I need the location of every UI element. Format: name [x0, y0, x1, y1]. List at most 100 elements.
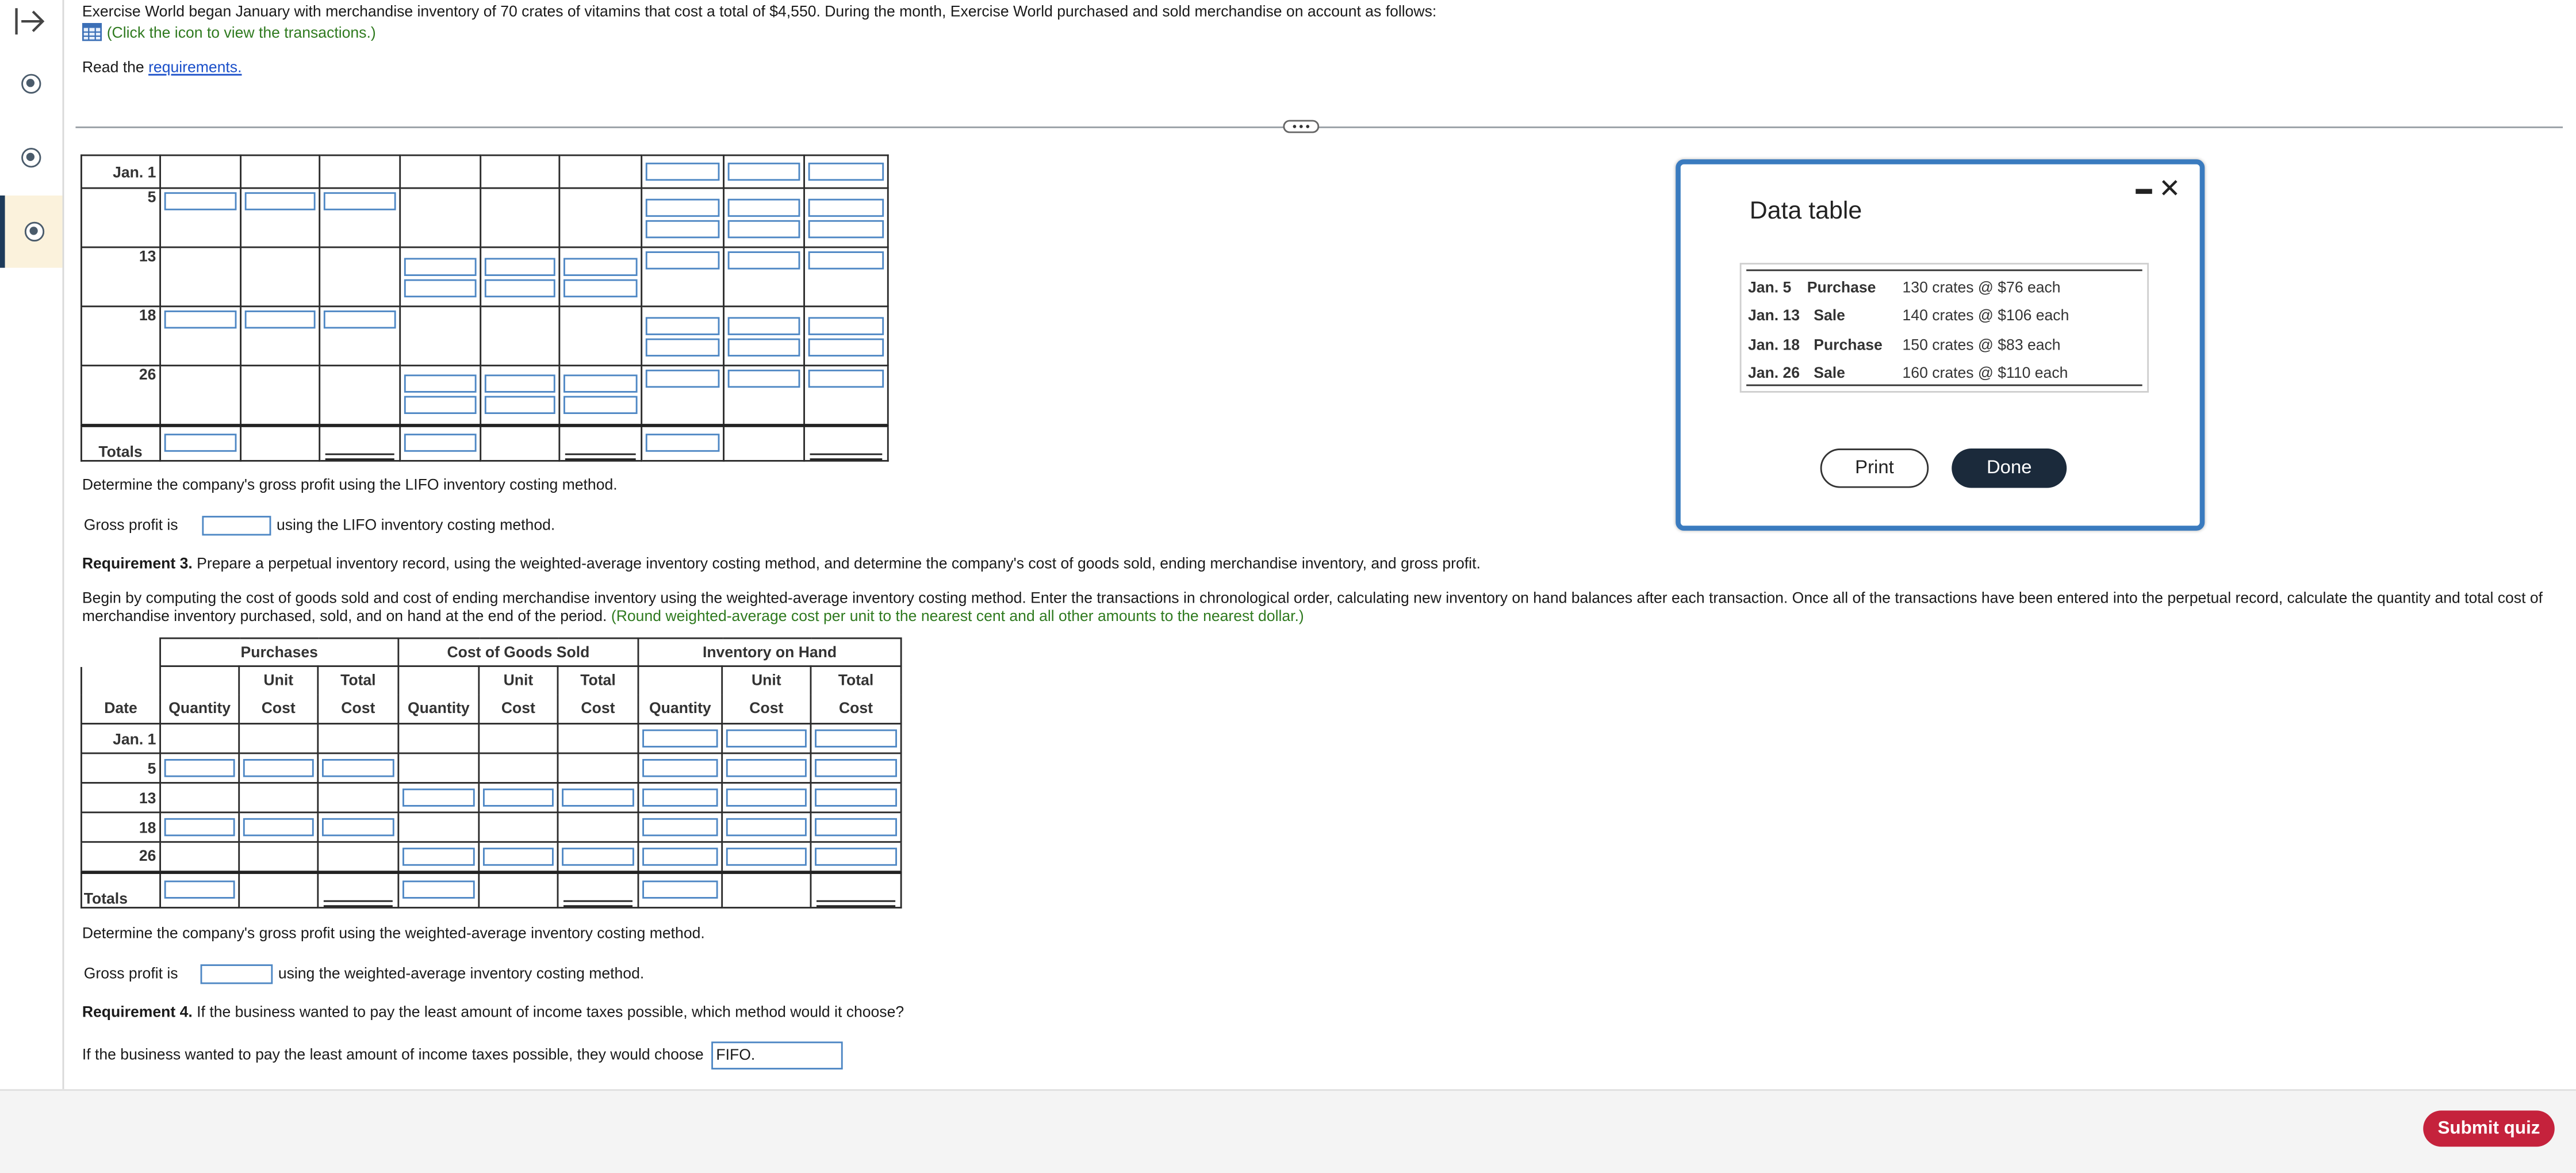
- purchase-qty-input[interactable]: [164, 192, 237, 210]
- cogs-total-cost-input[interactable]: [562, 788, 634, 807]
- transaction-date: Jan. 5: [1747, 279, 1792, 296]
- print-button[interactable]: Print: [1820, 448, 1929, 488]
- row-date: 13: [80, 246, 161, 308]
- total-cogs-qty-input[interactable]: [404, 434, 477, 453]
- purchase-qty-input[interactable]: [164, 818, 235, 837]
- inventory-qty-input[interactable]: [642, 729, 718, 747]
- inventory-qty-input[interactable]: [642, 818, 718, 837]
- page: Exercise World began January with mercha…: [0, 0, 2576, 1173]
- inventory-qty-input[interactable]: [642, 758, 718, 777]
- inventory-unit-cost-input[interactable]: [727, 198, 800, 216]
- inventory-unit-cost-input[interactable]: [726, 788, 807, 807]
- cogs-unit-cost-input[interactable]: [484, 278, 555, 297]
- lifo-gross-profit-input[interactable]: [202, 516, 272, 536]
- inventory-total-cost-input[interactable]: [808, 198, 884, 216]
- inventory-unit-cost-input[interactable]: [727, 219, 800, 237]
- cogs-qty-input[interactable]: [402, 788, 475, 807]
- inventory-total-cost-input[interactable]: [808, 219, 884, 237]
- question-nav-item-1[interactable]: [0, 48, 63, 120]
- method-answer-field[interactable]: FIFO.: [711, 1041, 843, 1070]
- transaction-row: Jan. 13 Sale 140 crates @ $106 each: [1748, 307, 2142, 335]
- total-inventory-qty-input[interactable]: [642, 881, 718, 899]
- requirement-4-answer-row: If the business wanted to pay the least …: [82, 1041, 843, 1070]
- total-cogs-qty-input[interactable]: [402, 881, 475, 899]
- wa-gross-profit-input[interactable]: [201, 964, 274, 984]
- read-requirements-row: Read the requirements.: [82, 57, 1725, 79]
- inventory-unit-cost-input[interactable]: [727, 316, 800, 335]
- cogs-unit-cost-input[interactable]: [484, 257, 555, 275]
- minimize-icon[interactable]: [2136, 189, 2152, 194]
- purchase-unit-cost-input[interactable]: [243, 818, 314, 837]
- transactions-hint-row[interactable]: (Click the icon to view the transactions…: [82, 22, 1725, 44]
- inventory-qty-input[interactable]: [645, 198, 720, 216]
- inventory-qty-input[interactable]: [645, 251, 720, 270]
- cogs-unit-cost-input[interactable]: [484, 396, 555, 415]
- requirements-link[interactable]: requirements.: [148, 59, 241, 76]
- inventory-total-cost-input[interactable]: [815, 847, 897, 865]
- purchase-total-cost-input[interactable]: [323, 192, 396, 210]
- total-purchase-qty-input[interactable]: [164, 434, 237, 453]
- submit-quiz-button[interactable]: Submit quiz: [2423, 1110, 2555, 1147]
- inventory-unit-cost-input[interactable]: [726, 758, 807, 777]
- inventory-unit-cost-input[interactable]: [727, 369, 800, 388]
- cogs-unit-cost-input[interactable]: [482, 788, 554, 807]
- inventory-total-cost-input[interactable]: [808, 251, 884, 270]
- purchase-unit-cost-input[interactable]: [244, 310, 316, 329]
- row-date: 18: [80, 305, 161, 367]
- inventory-qty-input[interactable]: [645, 369, 720, 388]
- inventory-unit-cost-input[interactable]: [727, 162, 800, 181]
- inventory-total-cost-input[interactable]: [808, 369, 884, 388]
- cogs-total-cost-input[interactable]: [562, 847, 634, 865]
- inventory-unit-cost-input[interactable]: [726, 729, 807, 747]
- inventory-total-cost-input[interactable]: [808, 162, 884, 181]
- cogs-unit-cost-input[interactable]: [484, 375, 555, 393]
- inventory-qty-input[interactable]: [645, 162, 720, 181]
- inventory-qty-input[interactable]: [642, 788, 718, 807]
- purchase-qty-input[interactable]: [164, 758, 235, 777]
- inventory-total-cost-input[interactable]: [815, 758, 897, 777]
- cogs-unit-cost-input[interactable]: [482, 847, 554, 865]
- purchase-total-cost-input[interactable]: [321, 818, 394, 837]
- instructions-line-1: Begin by computing the cost of goods sol…: [82, 589, 2543, 607]
- purchase-total-cost-input[interactable]: [321, 758, 394, 777]
- cogs-qty-input[interactable]: [404, 278, 477, 297]
- inventory-total-cost-input[interactable]: [815, 729, 897, 747]
- quantity-header: Quantity: [637, 694, 723, 724]
- gross-profit-suffix: using the weighted-average inventory cos…: [278, 965, 645, 982]
- inventory-total-cost-input[interactable]: [808, 338, 884, 356]
- inventory-unit-cost-input[interactable]: [726, 818, 807, 837]
- inventory-unit-cost-input[interactable]: [727, 251, 800, 270]
- cogs-total-cost-input[interactable]: [563, 278, 638, 297]
- purchase-unit-cost-input[interactable]: [243, 758, 314, 777]
- inventory-qty-input[interactable]: [642, 847, 718, 865]
- inventory-qty-input[interactable]: [645, 338, 720, 356]
- requirement-3-label: Requirement 3.: [82, 555, 193, 572]
- cogs-qty-input[interactable]: [402, 847, 475, 865]
- pane-resize-handle[interactable]: [1283, 120, 1320, 133]
- cogs-qty-input[interactable]: [404, 396, 477, 415]
- close-icon[interactable]: ✕: [2159, 177, 2180, 204]
- table-grid-icon[interactable]: [82, 22, 102, 41]
- inventory-total-cost-input[interactable]: [815, 788, 897, 807]
- question-nav-item-3[interactable]: [0, 195, 63, 268]
- cogs-qty-input[interactable]: [404, 257, 477, 275]
- purchase-qty-input[interactable]: [164, 310, 237, 329]
- cogs-total-cost-input[interactable]: [563, 257, 638, 275]
- inventory-total-cost-input[interactable]: [808, 316, 884, 335]
- total-purchase-qty-input[interactable]: [164, 881, 235, 899]
- purchase-total-cost-input[interactable]: [323, 310, 396, 329]
- question-nav-item-2[interactable]: [0, 121, 63, 194]
- inventory-unit-cost-input[interactable]: [726, 847, 807, 865]
- inventory-qty-input[interactable]: [645, 219, 720, 237]
- total-inventory-qty-input[interactable]: [645, 434, 720, 453]
- cogs-total-cost-input[interactable]: [563, 375, 638, 393]
- inventory-total-cost-input[interactable]: [815, 818, 897, 837]
- collapse-arrow-icon[interactable]: [13, 6, 46, 36]
- purchase-unit-cost-input[interactable]: [244, 192, 316, 210]
- cogs-qty-input[interactable]: [404, 375, 477, 393]
- cogs-total-cost-input[interactable]: [563, 396, 638, 415]
- inventory-unit-cost-input[interactable]: [727, 338, 800, 356]
- inventory-qty-input[interactable]: [645, 316, 720, 335]
- gross-profit-label: Gross profit is: [83, 965, 178, 982]
- done-button[interactable]: Done: [1952, 448, 2067, 488]
